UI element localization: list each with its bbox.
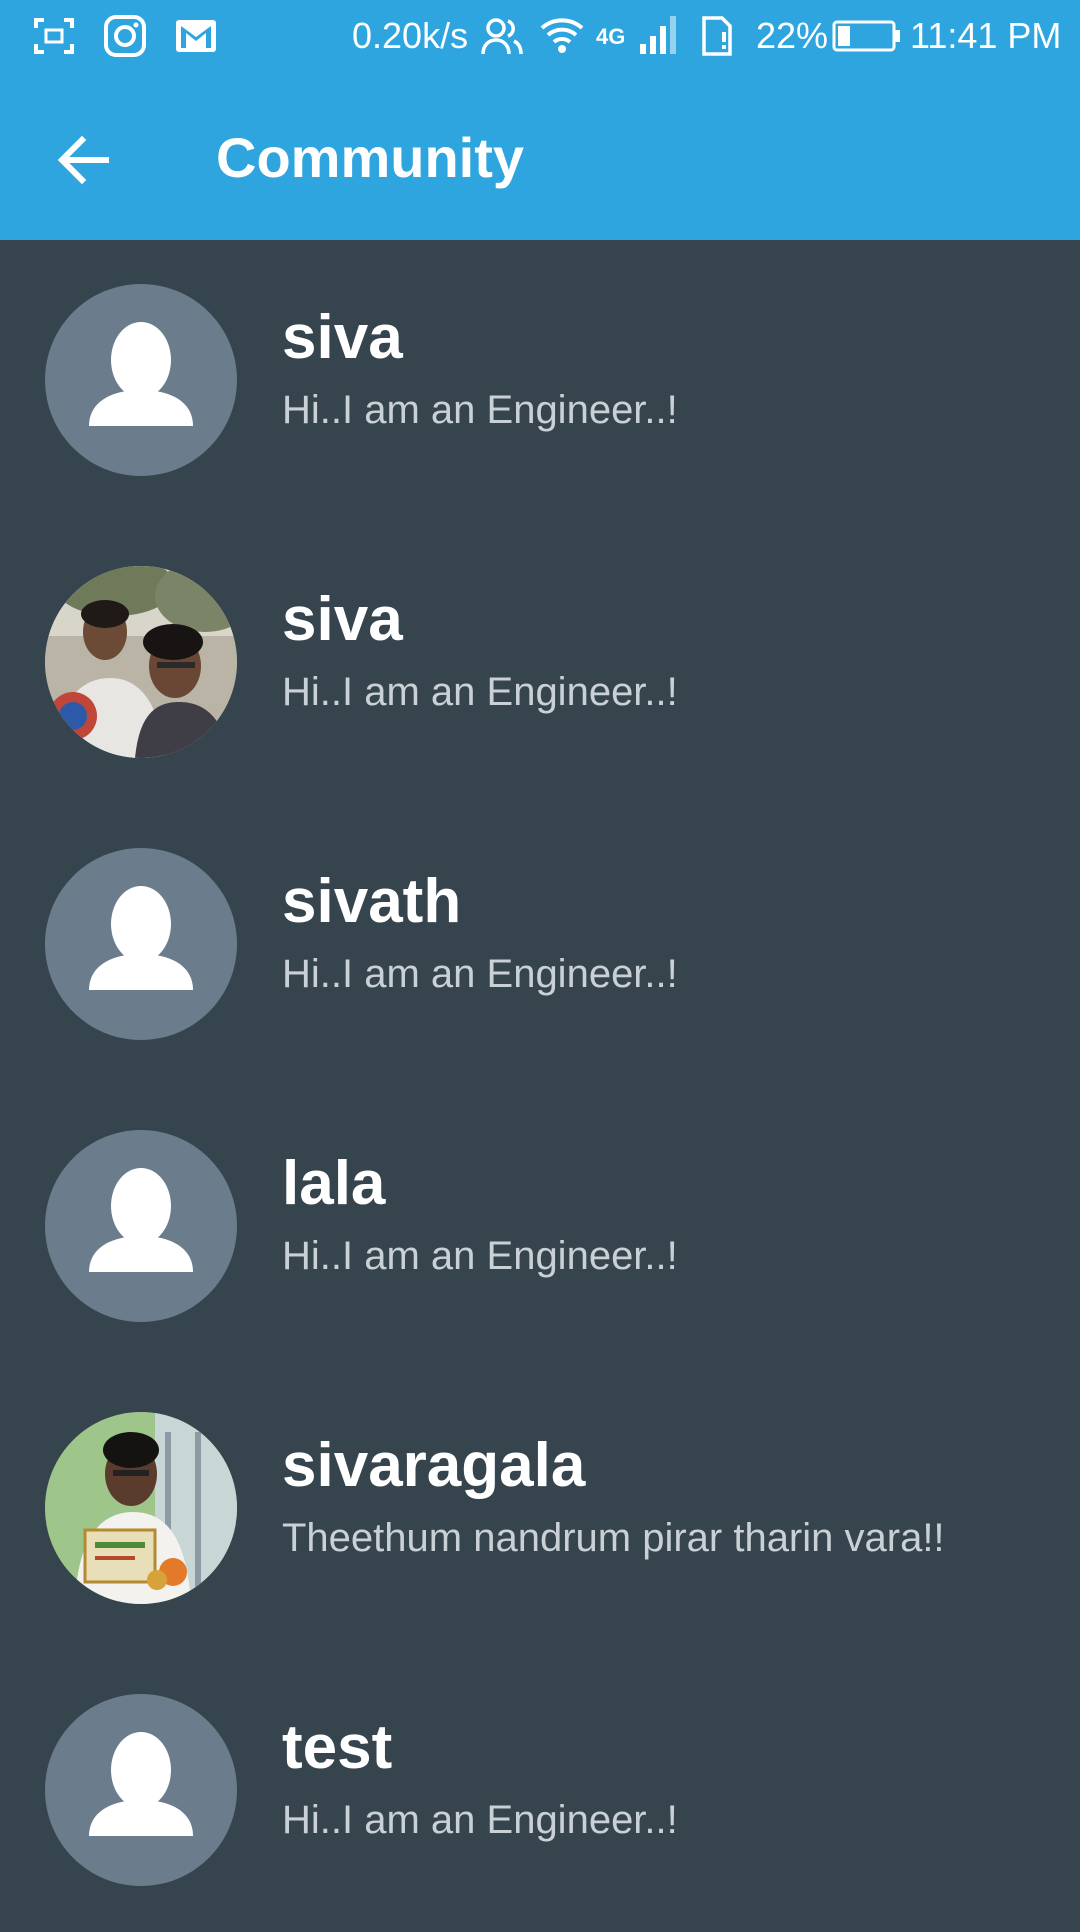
battery-percent: 22% xyxy=(756,15,829,56)
app-bar: Community xyxy=(0,74,1080,240)
screenshot-icon xyxy=(32,14,76,58)
page-title: Community xyxy=(216,126,524,189)
profile-photo xyxy=(45,566,237,758)
user-status: Hi..I am an Engineer..! xyxy=(282,952,678,996)
signal-icon xyxy=(636,14,680,58)
list-item[interactable]: lala Hi..I am an Engineer..! xyxy=(0,1086,1080,1368)
gmail-icon xyxy=(174,14,218,58)
sim-icon xyxy=(694,14,738,58)
back-button[interactable] xyxy=(40,116,128,204)
user-name: test xyxy=(282,1713,393,1782)
placeholder-person-icon xyxy=(89,322,193,426)
avatar xyxy=(45,1694,237,1886)
avatar xyxy=(45,284,237,476)
user-status: Hi..I am an Engineer..! xyxy=(282,670,678,714)
list-item[interactable]: sivaragala Theethum nandrum pirar tharin… xyxy=(0,1368,1080,1650)
net-speed: 0.20k/s xyxy=(352,15,469,56)
battery-icon xyxy=(832,14,902,58)
placeholder-person-icon xyxy=(89,1732,193,1836)
avatar xyxy=(45,848,237,1040)
user-name: sivath xyxy=(282,867,462,936)
avatar xyxy=(45,1130,237,1322)
user-status: Hi..I am an Engineer..! xyxy=(282,1798,678,1842)
arrow-left-icon xyxy=(57,135,109,185)
list-item[interactable]: sivath Hi..I am an Engineer..! xyxy=(0,804,1080,1086)
status-bar: 0.20k/s 4G 22% 11:41 PM xyxy=(0,0,1080,74)
user-name: siva xyxy=(282,303,403,372)
list-item[interactable]: siva Hi..I am an Engineer..! xyxy=(0,522,1080,804)
wifi-icon xyxy=(540,14,584,58)
avatar xyxy=(45,1412,237,1604)
placeholder-person-icon xyxy=(89,886,193,990)
user-status: Hi..I am an Engineer..! xyxy=(282,388,678,432)
avatar xyxy=(45,566,237,758)
network-type: 4G xyxy=(596,24,626,49)
list-item[interactable]: test Hi..I am an Engineer..! xyxy=(0,1650,1080,1932)
instagram-icon xyxy=(103,14,147,58)
contacts-icon xyxy=(480,14,524,58)
user-name: siva xyxy=(282,585,403,654)
clock: 11:41 PM xyxy=(910,15,1062,56)
placeholder-person-icon xyxy=(89,1168,193,1272)
user-status: Theethum nandrum pirar tharin vara!! xyxy=(282,1516,945,1560)
user-name: sivaragala xyxy=(282,1431,586,1500)
profile-photo xyxy=(45,1412,237,1604)
list-item[interactable]: siva Hi..I am an Engineer..! xyxy=(0,240,1080,522)
user-name: lala xyxy=(282,1149,386,1218)
community-list[interactable]: siva Hi..I am an Engineer..! siva Hi..I … xyxy=(0,240,1080,1920)
user-status: Hi..I am an Engineer..! xyxy=(282,1234,678,1278)
